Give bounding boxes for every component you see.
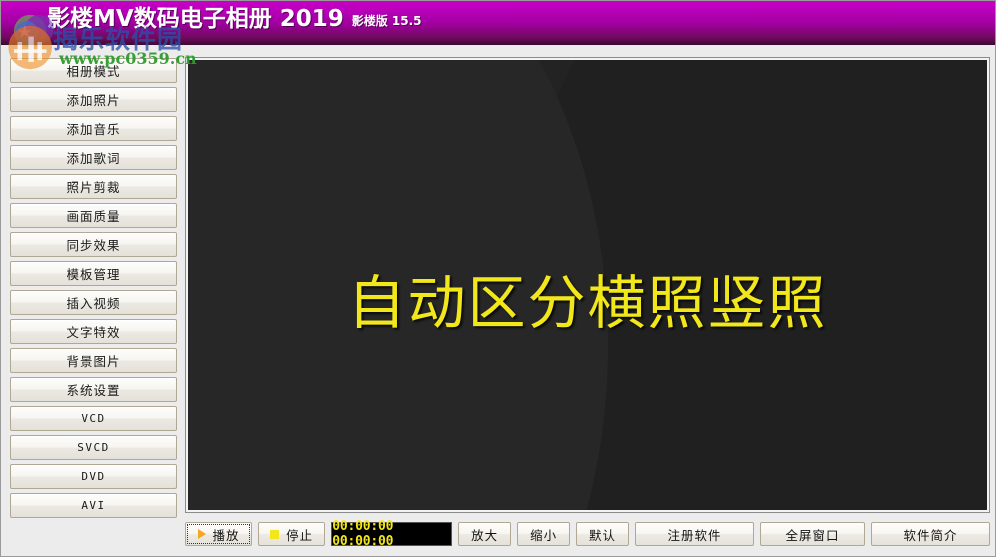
version-label: 影楼版 15.5 xyxy=(351,14,422,28)
sidebar-item-dvd[interactable]: DVD xyxy=(10,464,177,489)
sidebar-item-label: 文字特效 xyxy=(66,325,121,340)
sidebar-item-album-mode[interactable]: 相册模式 xyxy=(10,58,177,83)
default-size-button[interactable]: 默认 xyxy=(576,522,630,546)
sidebar-item-add-lyrics[interactable]: 添加歌词 xyxy=(10,145,177,170)
sidebar-item-label: 添加音乐 xyxy=(66,122,121,137)
sidebar-item-label: 画面质量 xyxy=(66,209,121,224)
preview-frame: 自动区分横照竖照 xyxy=(185,57,990,513)
fullscreen-window-button[interactable]: 全屏窗口 xyxy=(760,522,865,546)
sidebar-item-avi[interactable]: AVI xyxy=(10,493,177,518)
sidebar-item-label: 添加歌词 xyxy=(66,151,121,166)
sidebar-item-system-settings[interactable]: 系统设置 xyxy=(10,377,177,402)
zoom-in-button[interactable]: 放大 xyxy=(458,522,512,546)
register-software-button[interactable]: 注册软件 xyxy=(635,522,755,546)
stop-button-label: 停止 xyxy=(286,527,314,543)
sidebar-item-label: 相册模式 xyxy=(66,64,121,79)
play-button-label: 播放 xyxy=(212,527,240,543)
stop-button[interactable]: 停止 xyxy=(258,522,326,546)
sidebar-item-photo-crop[interactable]: 照片剪裁 xyxy=(10,174,177,199)
sidebar-item-add-music[interactable]: 添加音乐 xyxy=(10,116,177,141)
sidebar-item-label: AVI xyxy=(81,499,106,512)
sidebar-item-label: 系统设置 xyxy=(66,383,121,398)
about-label: 软件简介 xyxy=(903,527,958,543)
sidebar-item-label: 模板管理 xyxy=(66,267,121,282)
fullscreen-label: 全屏窗口 xyxy=(785,527,840,543)
default-label: 默认 xyxy=(589,527,617,543)
play-button[interactable]: 播放 xyxy=(185,522,253,546)
zoom-out-button[interactable]: 缩小 xyxy=(517,522,571,546)
sidebar-item-background-image[interactable]: 背景图片 xyxy=(10,348,177,373)
sidebar-item-insert-video[interactable]: 插入视频 xyxy=(10,290,177,315)
sidebar: 相册模式 添加照片 添加音乐 添加歌词 照片剪裁 画面质量 同步效果 模板管理 … xyxy=(10,58,177,522)
about-software-button[interactable]: 软件简介 xyxy=(870,522,990,546)
sidebar-item-svcd[interactable]: SVCD xyxy=(10,435,177,460)
register-label: 注册软件 xyxy=(667,527,722,543)
sidebar-item-template-manage[interactable]: 模板管理 xyxy=(10,261,177,286)
sidebar-item-label: DVD xyxy=(81,470,106,483)
application-window: 影楼MV数码电子相册 2019 影楼版 15.5 揭乐软件园 www.pc035… xyxy=(0,0,996,557)
header-title-group: 影楼MV数码电子相册 2019 影楼版 15.5 xyxy=(47,6,422,32)
sidebar-item-picture-quality[interactable]: 画面质量 xyxy=(10,203,177,228)
sidebar-item-label: 添加照片 xyxy=(66,93,121,108)
sidebar-item-label: 同步效果 xyxy=(66,238,121,253)
sidebar-item-label: SVCD xyxy=(77,441,110,454)
sidebar-item-text-effect[interactable]: 文字特效 xyxy=(10,319,177,344)
play-icon xyxy=(197,529,206,539)
zoom-out-label: 缩小 xyxy=(530,527,558,543)
timecode-display: 00:00:00 00:00:00 xyxy=(331,519,453,549)
sidebar-item-vcd[interactable]: VCD xyxy=(10,406,177,431)
page-title: 影楼MV数码电子相册 2019 xyxy=(47,6,344,32)
preview-caption: 自动区分横照竖照 xyxy=(347,269,828,337)
sidebar-item-sync-effect[interactable]: 同步效果 xyxy=(10,232,177,257)
sidebar-item-label: 插入视频 xyxy=(66,296,121,311)
sidebar-item-label: 照片剪裁 xyxy=(66,180,121,195)
sidebar-item-add-photo[interactable]: 添加照片 xyxy=(10,87,177,112)
playback-toolbar: 播放 停止 00:00:00 00:00:00 放大 缩小 默认 注册软件 全屏… xyxy=(185,519,990,549)
app-header: 影楼MV数码电子相册 2019 影楼版 15.5 xyxy=(1,1,995,45)
sidebar-item-label: 背景图片 xyxy=(66,354,121,369)
zoom-in-label: 放大 xyxy=(471,527,499,543)
video-preview[interactable]: 自动区分横照竖照 xyxy=(188,60,987,510)
stop-icon xyxy=(270,529,280,539)
sidebar-item-label: VCD xyxy=(81,412,106,425)
